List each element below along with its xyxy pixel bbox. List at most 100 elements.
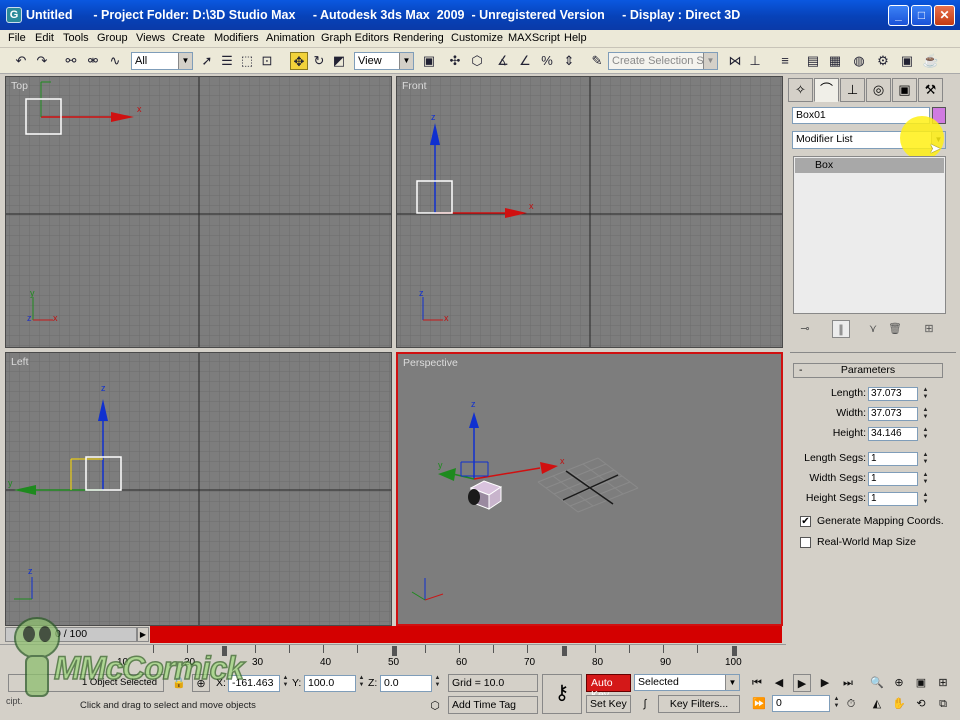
set-key-button[interactable]: Set Key xyxy=(586,695,631,713)
current-frame-spinner[interactable]: ▲ ▼ xyxy=(832,696,841,710)
field-of-view-icon[interactable]: ◭ xyxy=(868,695,886,713)
current-frame-input[interactable]: 0 xyxy=(772,695,830,712)
maximize-viewport-icon[interactable]: ⧉ xyxy=(934,695,952,713)
rotate-icon[interactable]: ↻ xyxy=(310,52,328,70)
viewport-top[interactable]: Top x y z x xyxy=(5,76,392,348)
angle-snap-icon[interactable]: ∠ xyxy=(516,52,534,70)
scale-icon[interactable]: ◩ xyxy=(330,52,348,70)
width-segs-input[interactable]: 1 xyxy=(868,472,918,486)
time-slider[interactable]: 0 / 100 xyxy=(5,627,137,642)
window-crossing-icon[interactable]: ⊡ xyxy=(258,52,276,70)
menu-animation[interactable]: Animation xyxy=(266,32,315,44)
menu-help[interactable]: Help xyxy=(564,32,587,44)
manipulate-icon[interactable]: ✣ xyxy=(446,52,464,70)
make-unique-icon[interactable]: ⋎ xyxy=(864,320,882,338)
menu-graph-editors[interactable]: Graph Editors xyxy=(321,32,389,44)
menu-rendering[interactable]: Rendering xyxy=(393,32,444,44)
zoom-all-icon[interactable]: ⊕ xyxy=(890,674,908,692)
remove-modifier-icon[interactable]: 🗑 xyxy=(886,320,904,338)
edit-named-selection-icon[interactable]: ✎ xyxy=(588,52,606,70)
width-input[interactable]: 37.073 xyxy=(868,407,918,421)
length-input[interactable]: 37.073 xyxy=(868,387,918,401)
modifier-stack[interactable]: Box xyxy=(793,156,946,314)
menu-tools[interactable]: Tools xyxy=(63,32,89,44)
key-mode-dropdown[interactable]: Selected ▼ xyxy=(634,674,740,691)
lock-selection-icon[interactable]: 🔒 xyxy=(170,674,188,692)
height-segs-input[interactable]: 1 xyxy=(868,492,918,506)
length-segs-input[interactable]: 1 xyxy=(868,452,918,466)
create-tab-icon[interactable]: ✧ xyxy=(788,78,813,102)
menu-views[interactable]: Views xyxy=(136,32,165,44)
configure-sets-icon[interactable]: ⊞ xyxy=(920,320,938,338)
zoom-extents-icon[interactable]: ▣ xyxy=(912,674,930,692)
viewport-label[interactable]: Perspective xyxy=(403,357,458,369)
move-icon[interactable]: ✥ xyxy=(290,52,308,70)
coord-z-spinner[interactable]: ▲ ▼ xyxy=(433,675,442,689)
maximize-button[interactable]: □ xyxy=(911,5,932,26)
absolute-mode-icon[interactable]: ⊕ xyxy=(192,674,210,692)
redo-icon[interactable]: ↷ xyxy=(33,52,51,70)
select-object-icon[interactable]: ➚ xyxy=(198,52,216,70)
coord-x-spinner[interactable]: ▲ ▼ xyxy=(281,675,290,689)
utilities-tab-icon[interactable]: ⚒ xyxy=(918,78,943,102)
auto-key-button[interactable]: Auto Key xyxy=(586,674,631,701)
bind-spacewarp-icon[interactable]: ∿ xyxy=(106,52,124,70)
parameters-rollout[interactable]: - Parameters xyxy=(793,363,943,378)
width-segs-spinner[interactable]: ▲ ▼ xyxy=(921,472,930,486)
hierarchy-tab-icon[interactable]: ⊥ xyxy=(840,78,865,102)
coord-y-spinner[interactable]: ▲ ▼ xyxy=(357,675,366,689)
set-key-icon[interactable]: ⚷ xyxy=(542,674,582,714)
go-to-start-icon[interactable]: ⏮ xyxy=(748,674,766,692)
go-to-end-icon[interactable]: ⏭ xyxy=(839,674,857,692)
viewport-front[interactable]: Front z x z x xyxy=(396,76,783,348)
select-by-name-icon[interactable]: ☰ xyxy=(218,52,236,70)
selection-filter-dropdown[interactable]: All ▼ xyxy=(131,52,193,70)
material-editor-icon[interactable]: ◍ xyxy=(850,52,868,70)
select-link-icon[interactable]: ⚯ xyxy=(62,52,80,70)
default-tangent-icon[interactable]: ∫ xyxy=(636,695,654,713)
keyboard-shortcut-icon[interactable]: ⬡ xyxy=(468,52,486,70)
time-tag-icon[interactable]: ⬡ xyxy=(426,697,444,715)
viewport-left[interactable]: Left z y z xyxy=(5,352,392,626)
key-filters-button[interactable]: Key Filters... xyxy=(658,695,740,713)
menu-group[interactable]: Group xyxy=(97,32,128,44)
modify-tab-icon[interactable]: ⌒ xyxy=(814,78,839,102)
menu-modifiers[interactable]: Modifiers xyxy=(214,32,259,44)
height-spinner[interactable]: ▲ ▼ xyxy=(921,427,930,441)
percent-snap-icon[interactable]: % xyxy=(538,52,556,70)
menu-create[interactable]: Create xyxy=(172,32,205,44)
previous-frame-icon[interactable]: ◀ xyxy=(770,674,788,692)
height-input[interactable]: 34.146 xyxy=(868,427,918,441)
schematic-view-icon[interactable]: ▦ xyxy=(826,52,844,70)
viewport-label[interactable]: Front xyxy=(402,80,427,92)
display-tab-icon[interactable]: ▣ xyxy=(892,78,917,102)
quick-render-icon[interactable]: ☕ xyxy=(922,52,940,70)
real-world-map-checkbox[interactable] xyxy=(800,537,811,548)
menu-customize[interactable]: Customize xyxy=(451,32,503,44)
stack-item-box[interactable]: Box xyxy=(795,158,944,173)
coord-z-input[interactable]: 0.0 xyxy=(380,675,432,692)
mirror-icon[interactable]: ⋈ xyxy=(726,52,744,70)
add-time-tag-button[interactable]: Add Time Tag xyxy=(448,696,538,714)
play-icon[interactable]: ▶ xyxy=(793,674,811,692)
key-mode-toggle-icon[interactable]: ⏩ xyxy=(750,695,768,713)
length-segs-spinner[interactable]: ▲ ▼ xyxy=(921,452,930,466)
viewport-label[interactable]: Top xyxy=(11,80,28,92)
time-slider-next[interactable]: ▶ xyxy=(137,627,149,642)
reference-coord-dropdown[interactable]: View ▼ xyxy=(354,52,414,70)
show-end-result-icon[interactable]: ∥ xyxy=(832,320,850,338)
coord-y-input[interactable]: 100.0 xyxy=(304,675,356,692)
time-range-track[interactable] xyxy=(150,626,782,643)
orbit-icon[interactable]: ⟲ xyxy=(912,695,930,713)
menu-file[interactable]: File xyxy=(8,32,26,44)
zoom-icon[interactable]: 🔍 xyxy=(868,674,886,692)
pivot-icon[interactable]: ▣ xyxy=(420,52,438,70)
curve-editor-icon[interactable]: ▤ xyxy=(804,52,822,70)
undo-icon[interactable]: ↶ xyxy=(12,52,30,70)
snap-toggle-icon[interactable]: ∡ xyxy=(494,52,512,70)
pan-icon[interactable]: ✋ xyxy=(890,695,908,713)
render-setup-icon[interactable]: ⚙ xyxy=(874,52,892,70)
track-bar[interactable]: 10 20 30 40 50 60 70 80 90 100 xyxy=(0,644,786,670)
menu-edit[interactable]: Edit xyxy=(35,32,54,44)
next-frame-icon[interactable]: ▶ xyxy=(816,674,834,692)
